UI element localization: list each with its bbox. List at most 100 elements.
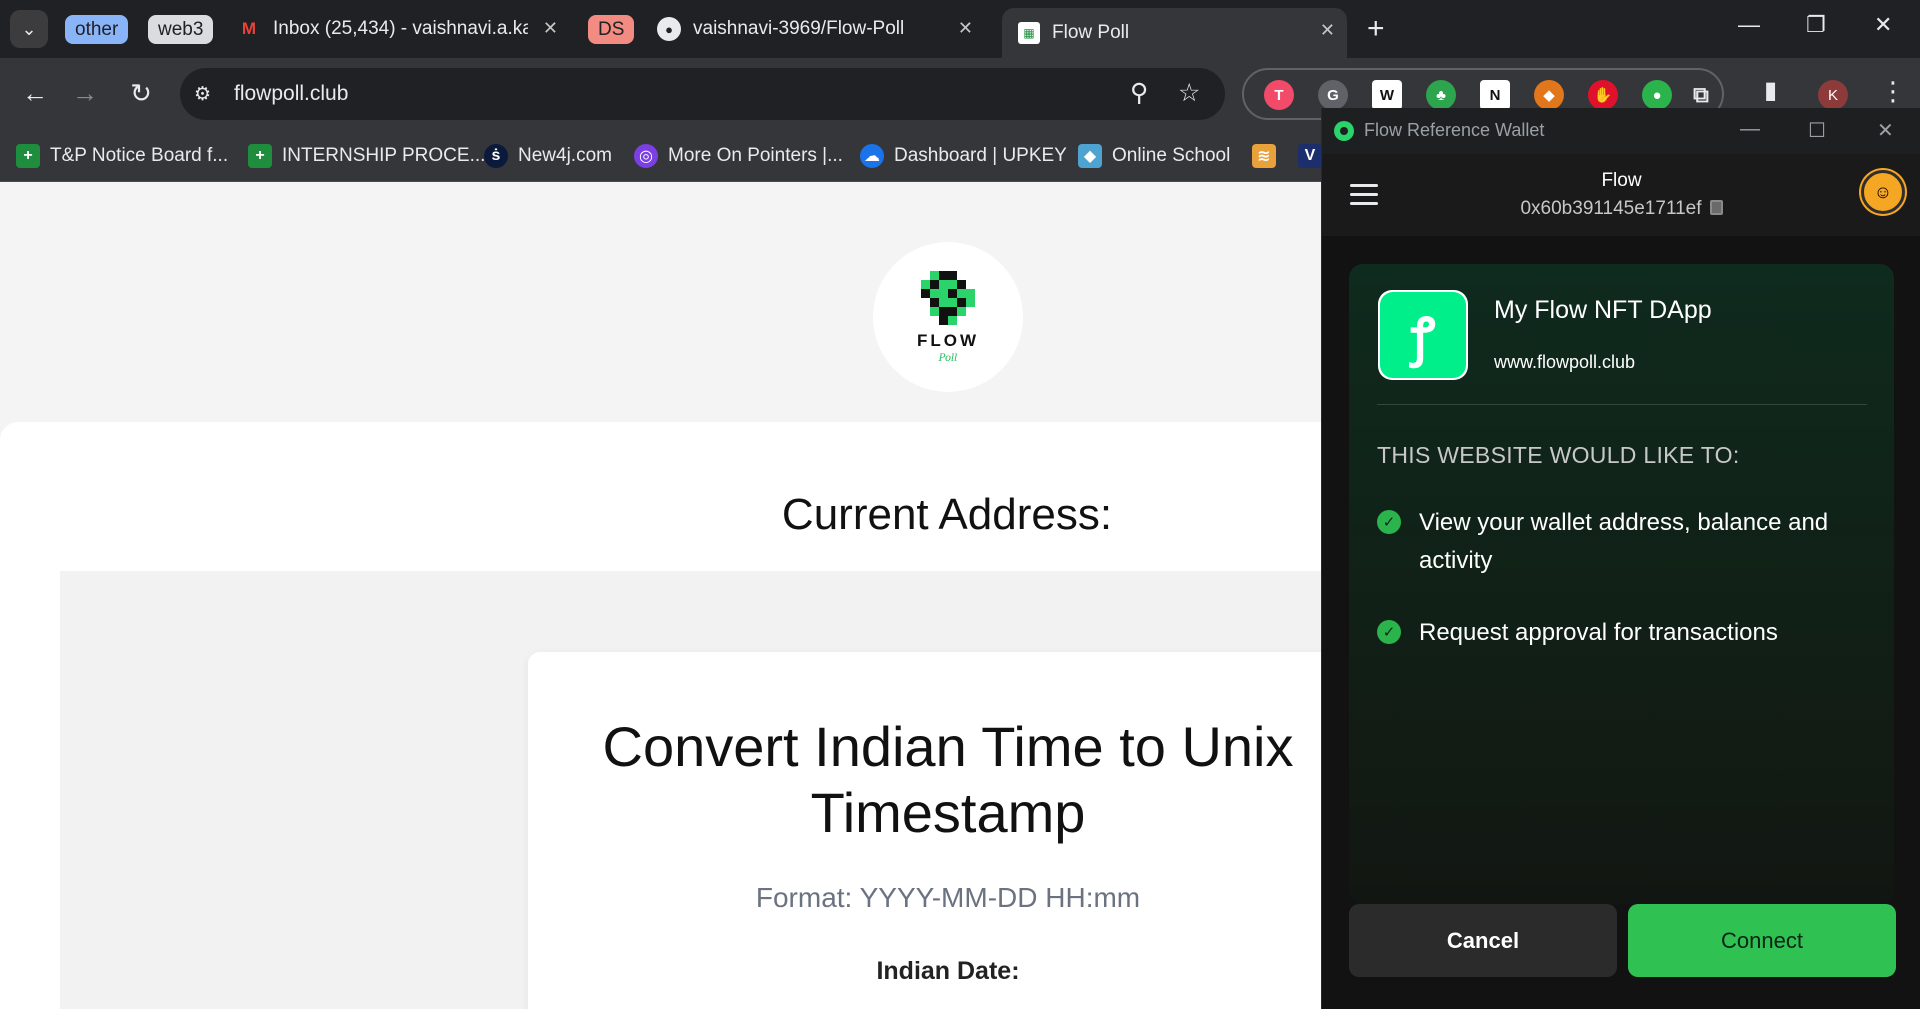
permission-item: ✓ View your wallet address, balance and … [1377,504,1877,580]
upkey-icon: ☁ [860,144,884,168]
arrow-left-icon: ← [22,77,48,108]
side-panel-icon[interactable]: ▮ [1764,76,1777,105]
back-button[interactable]: ← [14,72,56,114]
connect-request-panel: ꝭ My Flow NFT DApp www.flowpoll.club THI… [1349,264,1894,904]
tab-title: Flow Poll [1052,22,1130,43]
bookmark-pointers[interactable]: ◎ More On Pointers |... [634,142,843,170]
bookmark-upkey[interactable]: ☁ Dashboard | UPKEY [860,142,1067,170]
permission-text: Request approval for transactions [1419,619,1778,646]
cancel-button[interactable]: Cancel [1349,904,1617,977]
divider [1377,404,1867,405]
bookmark-online-school[interactable]: ◆ Online School [1078,142,1230,170]
maximize-icon[interactable]: ☐ [1808,118,1826,143]
check-icon: ✓ [1377,510,1401,534]
gmail-icon: M [241,19,257,38]
tab-strip: ⌄ other web3 M Inbox (25,434) - vaishnav… [0,0,1920,58]
dapp-url: www.flowpoll.club [1494,352,1636,372]
indian-date-label: Indian Date: [876,957,1020,985]
tab-flow-poll[interactable]: ▦ Flow Poll ✕ [1002,8,1347,58]
bookmark-label: T&P Notice Board f... [50,145,229,166]
site-settings-icon[interactable]: ⚙ [194,83,226,106]
permissions-heading: THIS WEBSITE WOULD LIKE TO: [1377,442,1740,468]
network-name: Flow [1601,170,1642,191]
bookmark-new4j[interactable]: ṡ New4j.com [484,142,612,170]
bookmark-label: New4j.com [518,145,612,166]
tab-title: vaishnavi-3969/Flow-Poll [693,18,905,39]
extension-t-icon[interactable]: T [1264,80,1294,110]
avatar[interactable]: K [1818,80,1848,110]
permission-item: ✓ Request approval for transactions [1377,614,1877,652]
sheets-icon: + [16,144,40,168]
permission-text: View your wallet address, balance and ac… [1419,509,1829,574]
emoji-avatar-icon: ☺ [1873,181,1893,202]
avatar[interactable]: ☺ [1861,170,1905,214]
dapp-name: My Flow NFT DApp [1494,296,1712,324]
sheets-icon: + [248,144,272,168]
extension-green-icon[interactable]: ● [1642,80,1672,110]
minimize-icon[interactable]: — [1738,12,1760,38]
dapp-logo-icon: ꝭ [1378,290,1468,380]
arrow-right-icon: → [72,77,98,108]
tab-github[interactable]: ● vaishnavi-3969/Flow-Poll ✕ [645,0,985,58]
pointers-icon: ◎ [634,144,658,168]
tab-group-web3[interactable]: web3 [148,15,214,44]
connect-button[interactable]: Connect [1628,904,1896,977]
restore-icon[interactable]: ❐ [1806,12,1826,38]
tab-group-other[interactable]: other [65,15,129,44]
bookmark-label: INTERNSHIP PROCE... [282,145,486,166]
grammarly-icon[interactable]: G [1318,80,1348,110]
reload-button[interactable]: ↻ [120,72,162,114]
converter-title: Convert Indian Time to Unix Timestamp [602,715,1294,844]
wallet-header: Flow 0x60b391145e1711ef ☺ [1322,154,1920,236]
url-text: flowpoll.club [234,82,349,105]
neo4j-icon: ṡ [484,144,508,168]
evernote-icon[interactable]: ♣ [1426,80,1456,110]
reload-icon: ↻ [130,77,152,108]
metamask-icon[interactable]: ◆ [1534,80,1564,110]
close-window-icon[interactable]: ✕ [1874,12,1892,38]
converter-format: Format: YYYY-MM-DD HH:mm [755,882,1141,913]
extension-w-icon[interactable]: W [1372,80,1402,110]
wallet-address-text: 0x60b391145e1711ef [1520,198,1702,219]
tab-search-button[interactable]: ⌄ [10,10,48,48]
flow-wallet-icon [1334,121,1354,141]
github-icon: ● [657,17,681,41]
zoom-icon[interactable]: ⚲ [1130,78,1148,108]
logo-word: FLOW [916,330,980,350]
notion-icon[interactable]: N [1480,80,1510,110]
bookmark-rainbow[interactable]: ≋ [1252,142,1286,170]
logo-mark-icon [921,270,975,325]
close-icon[interactable]: ✕ [543,18,558,39]
rainbow-icon: ≋ [1252,144,1276,168]
puzzle-icon[interactable]: ⧉ [1686,80,1716,110]
star-icon[interactable]: ☆ [1178,78,1200,108]
minimize-icon[interactable]: — [1740,118,1760,141]
flow-poll-logo: FLOW Poll [873,242,1023,392]
bookmark-label: Dashboard | UPKEY [894,145,1067,166]
wallet-popup: Flow Reference Wallet — ☐ ✕ Flow 0x60b39… [1321,108,1920,1009]
adblock-icon[interactable]: ✋ [1588,80,1618,110]
new-tab-button[interactable]: + [1367,14,1385,44]
school-icon: ◆ [1078,144,1102,168]
logo-sub: Poll [938,352,958,364]
bookmark-label: Online School [1112,145,1231,166]
v-icon: V [1298,144,1322,168]
wallet-address[interactable]: 0x60b391145e1711ef [1322,198,1920,220]
tab-title: Inbox (25,434) - vaishnavi.a.kale [273,18,528,39]
forward-button[interactable]: → [64,72,106,114]
bookmark-tp-notice[interactable]: + T&P Notice Board f... [16,142,228,170]
address-bar[interactable]: ⚙ flowpoll.club ⚲ ☆ [180,68,1225,120]
bookmark-internship[interactable]: + INTERNSHIP PROCE... [248,142,485,170]
check-icon: ✓ [1377,620,1401,644]
copy-icon[interactable] [1709,200,1723,215]
close-icon[interactable]: ✕ [1877,118,1894,143]
chevron-down-icon: ⌄ [21,18,37,39]
close-icon[interactable]: ✕ [958,18,973,39]
tab-group-ds[interactable]: DS [588,15,635,44]
more-menu-icon[interactable]: ⋮ [1880,76,1906,107]
close-icon[interactable]: ✕ [1320,20,1335,41]
bookmark-label: More On Pointers |... [668,145,843,166]
wallet-window-title: Flow Reference Wallet [1364,120,1545,140]
tab-gmail[interactable]: M Inbox (25,434) - vaishnavi.a.kale ✕ [225,0,570,58]
wallet-titlebar: Flow Reference Wallet — ☐ ✕ [1322,108,1920,154]
